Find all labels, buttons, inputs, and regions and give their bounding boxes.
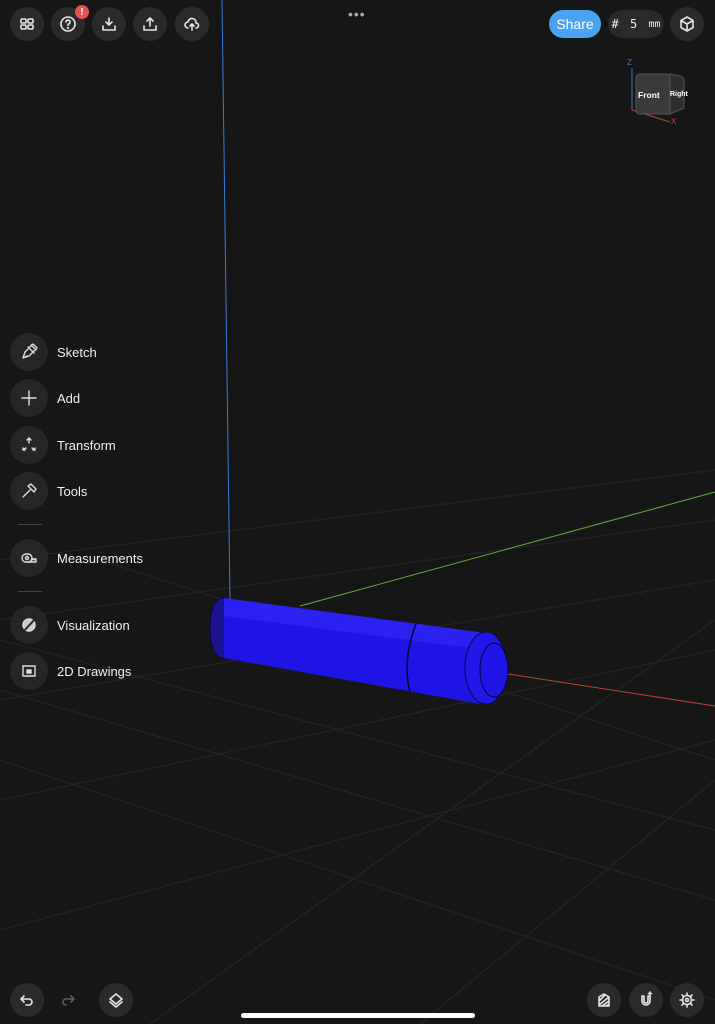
grid-size-button[interactable]: # 5 mm bbox=[608, 10, 664, 38]
cube-front-label[interactable]: Front bbox=[638, 90, 660, 100]
hammer-icon bbox=[22, 483, 37, 498]
cube-right-label[interactable]: Right bbox=[670, 91, 688, 98]
z-axis bbox=[221, 0, 231, 601]
export-button[interactable] bbox=[133, 7, 167, 41]
help-icon bbox=[60, 16, 76, 32]
menu-label: Visualization bbox=[57, 617, 130, 633]
menu-divider bbox=[18, 524, 42, 525]
help-badge: ! bbox=[75, 5, 89, 19]
menu-label: Measurements bbox=[57, 550, 143, 566]
upload-icon bbox=[143, 17, 157, 31]
cloud-upload-icon bbox=[184, 17, 200, 31]
gear-icon bbox=[679, 992, 695, 1008]
view-cube[interactable]: Z Front Right X bbox=[626, 58, 688, 126]
menu-tools[interactable]: Tools bbox=[10, 472, 170, 510]
menu-label: Sketch bbox=[57, 344, 97, 360]
y-axis bbox=[299, 491, 715, 607]
tape-measure-icon bbox=[21, 553, 37, 563]
section-view-button[interactable] bbox=[587, 983, 621, 1017]
axis-x-label: X bbox=[671, 117, 677, 126]
cylinder-model[interactable] bbox=[209, 597, 509, 705]
layers-button[interactable] bbox=[99, 983, 133, 1017]
plus-icon bbox=[21, 390, 37, 406]
more-handle[interactable]: ••• bbox=[348, 6, 366, 22]
menu-measurements[interactable]: Measurements bbox=[10, 539, 170, 577]
redo-icon bbox=[62, 995, 75, 1006]
3d-viewport[interactable] bbox=[0, 0, 715, 1024]
menu-label: Add bbox=[57, 390, 81, 406]
menu-label: Tools bbox=[57, 483, 88, 499]
magnet-icon bbox=[641, 991, 653, 1006]
undo-icon bbox=[20, 995, 33, 1006]
grid-menu-button[interactable] bbox=[10, 7, 44, 41]
layers-icon bbox=[109, 993, 123, 1008]
pencil-icon bbox=[22, 343, 38, 359]
menu-visualization[interactable]: Visualization bbox=[10, 606, 170, 644]
home-indicator[interactable] bbox=[241, 1013, 475, 1018]
menu-2d-drawings[interactable]: 2D Drawings bbox=[10, 652, 170, 690]
section-icon bbox=[598, 993, 610, 1007]
menu-transform[interactable]: Transform bbox=[10, 426, 170, 464]
cube-icon bbox=[680, 16, 694, 32]
grid-symbol: # bbox=[611, 17, 619, 31]
menu-sketch[interactable]: Sketch bbox=[10, 333, 170, 371]
download-icon bbox=[102, 17, 116, 31]
snap-button[interactable] bbox=[629, 983, 663, 1017]
share-button[interactable]: Share bbox=[549, 10, 601, 38]
brush-icon bbox=[22, 618, 36, 633]
undo-button[interactable] bbox=[10, 983, 44, 1017]
transform-icon bbox=[22, 437, 36, 451]
menu-add[interactable]: Add bbox=[10, 379, 170, 417]
view-mode-button[interactable] bbox=[670, 7, 704, 41]
redo-button[interactable] bbox=[51, 983, 85, 1017]
grid-value: 5 bbox=[629, 17, 638, 31]
grid-icon bbox=[20, 18, 34, 30]
import-button[interactable] bbox=[92, 7, 126, 41]
menu-label: Transform bbox=[57, 437, 116, 453]
grid-unit: mm bbox=[648, 18, 661, 30]
cloud-button[interactable] bbox=[175, 7, 209, 41]
settings-button[interactable] bbox=[670, 983, 704, 1017]
axis-z-label: Z bbox=[627, 58, 632, 67]
drawing-icon bbox=[22, 665, 36, 677]
menu-divider bbox=[18, 591, 42, 592]
menu-label: 2D Drawings bbox=[57, 663, 132, 679]
